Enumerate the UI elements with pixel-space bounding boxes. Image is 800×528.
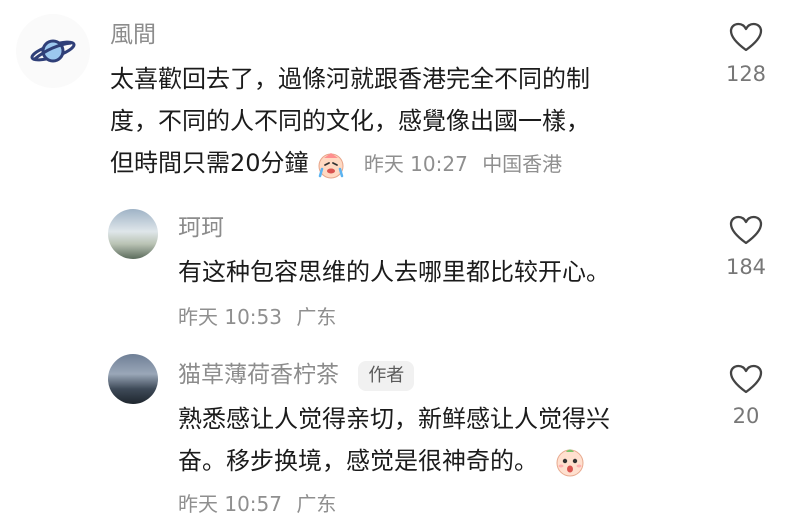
like-button[interactable]: 20 — [716, 364, 776, 430]
comment-text-line: 但時間只需20分鐘 昨天 10:27 中国香港 — [110, 142, 590, 184]
comment-username-row: 猫草薄荷香柠茶 作者 — [178, 360, 415, 391]
comment-username[interactable]: 珂珂 — [178, 213, 224, 243]
comment-meta: 昨天 10:27 中国香港 — [364, 152, 562, 176]
like-count: 184 — [725, 255, 767, 279]
comment-meta: 昨天 10:53 广东 — [178, 303, 336, 331]
comment-location: 中国香港 — [482, 152, 563, 176]
comment-meta: 昨天 10:57 广东 — [178, 490, 336, 518]
comment-text: 有这种包容思维的人去哪里都比较开心。 — [178, 251, 610, 293]
like-count: 20 — [732, 404, 760, 428]
author-badge: 作者 — [358, 360, 415, 391]
comment-text-line: 奋。移步换境，感觉是很神奇的。 — [178, 440, 610, 482]
avatar[interactable] — [16, 14, 90, 88]
like-button[interactable]: 184 — [716, 215, 776, 281]
heart-outline-icon — [729, 215, 763, 245]
comment-time: 昨天 10:27 — [363, 152, 468, 176]
comment-text: 熟悉感让人觉得亲切，新鲜感让人觉得兴 奋。移步换境，感觉是很神奇的。 — [178, 398, 610, 482]
heart-outline-icon — [729, 22, 763, 52]
comment-text-line-part: 奋。移步换境，感觉是很神奇的。 — [178, 447, 538, 475]
comment-text: 太喜歡回去了，過條河就跟香港完全不同的制 度，不同的人不同的文化，感覺像出國一樣… — [110, 58, 590, 184]
comment-location: 广东 — [296, 492, 337, 516]
comment-text-line: 有这种包容思维的人去哪里都比较开心。 — [178, 258, 610, 286]
avatar[interactable] — [108, 209, 158, 259]
comment-text-line-part: 但時間只需20分鐘 — [110, 149, 309, 177]
comment-text-line: 度，不同的人不同的文化，感覺像出國一樣， — [110, 107, 590, 135]
reply-item: 珂珂 有这种包容思维的人去哪里都比较开心。 昨天 10:53 广东 184 — [0, 195, 800, 335]
surprised-emoji — [556, 449, 584, 477]
avatar[interactable] — [108, 354, 158, 404]
comment-username[interactable]: 猫草薄荷香柠茶 — [178, 362, 339, 388]
comment-text-line: 熟悉感让人觉得亲切，新鲜感让人觉得兴 — [178, 405, 610, 433]
heart-outline-icon — [729, 364, 763, 394]
reply-item: 猫草薄荷香柠茶 作者 熟悉感让人觉得亲切，新鲜感让人觉得兴 奋。移步换境，感觉是… — [0, 340, 800, 528]
comment-username[interactable]: 風間 — [110, 20, 156, 50]
like-button[interactable]: 128 — [716, 22, 776, 88]
comment-location: 广东 — [296, 305, 337, 329]
comment-time: 昨天 10:53 — [178, 305, 282, 329]
crying-laugh-emoji — [318, 153, 344, 179]
comment-time: 昨天 10:57 — [178, 492, 282, 516]
planet-icon — [30, 39, 76, 63]
like-count: 128 — [725, 62, 767, 86]
comment-text-line: 太喜歡回去了，過條河就跟香港完全不同的制 — [110, 65, 590, 93]
comment-item: 風間 太喜歡回去了，過條河就跟香港完全不同的制 度，不同的人不同的文化，感覺像出… — [0, 0, 800, 190]
